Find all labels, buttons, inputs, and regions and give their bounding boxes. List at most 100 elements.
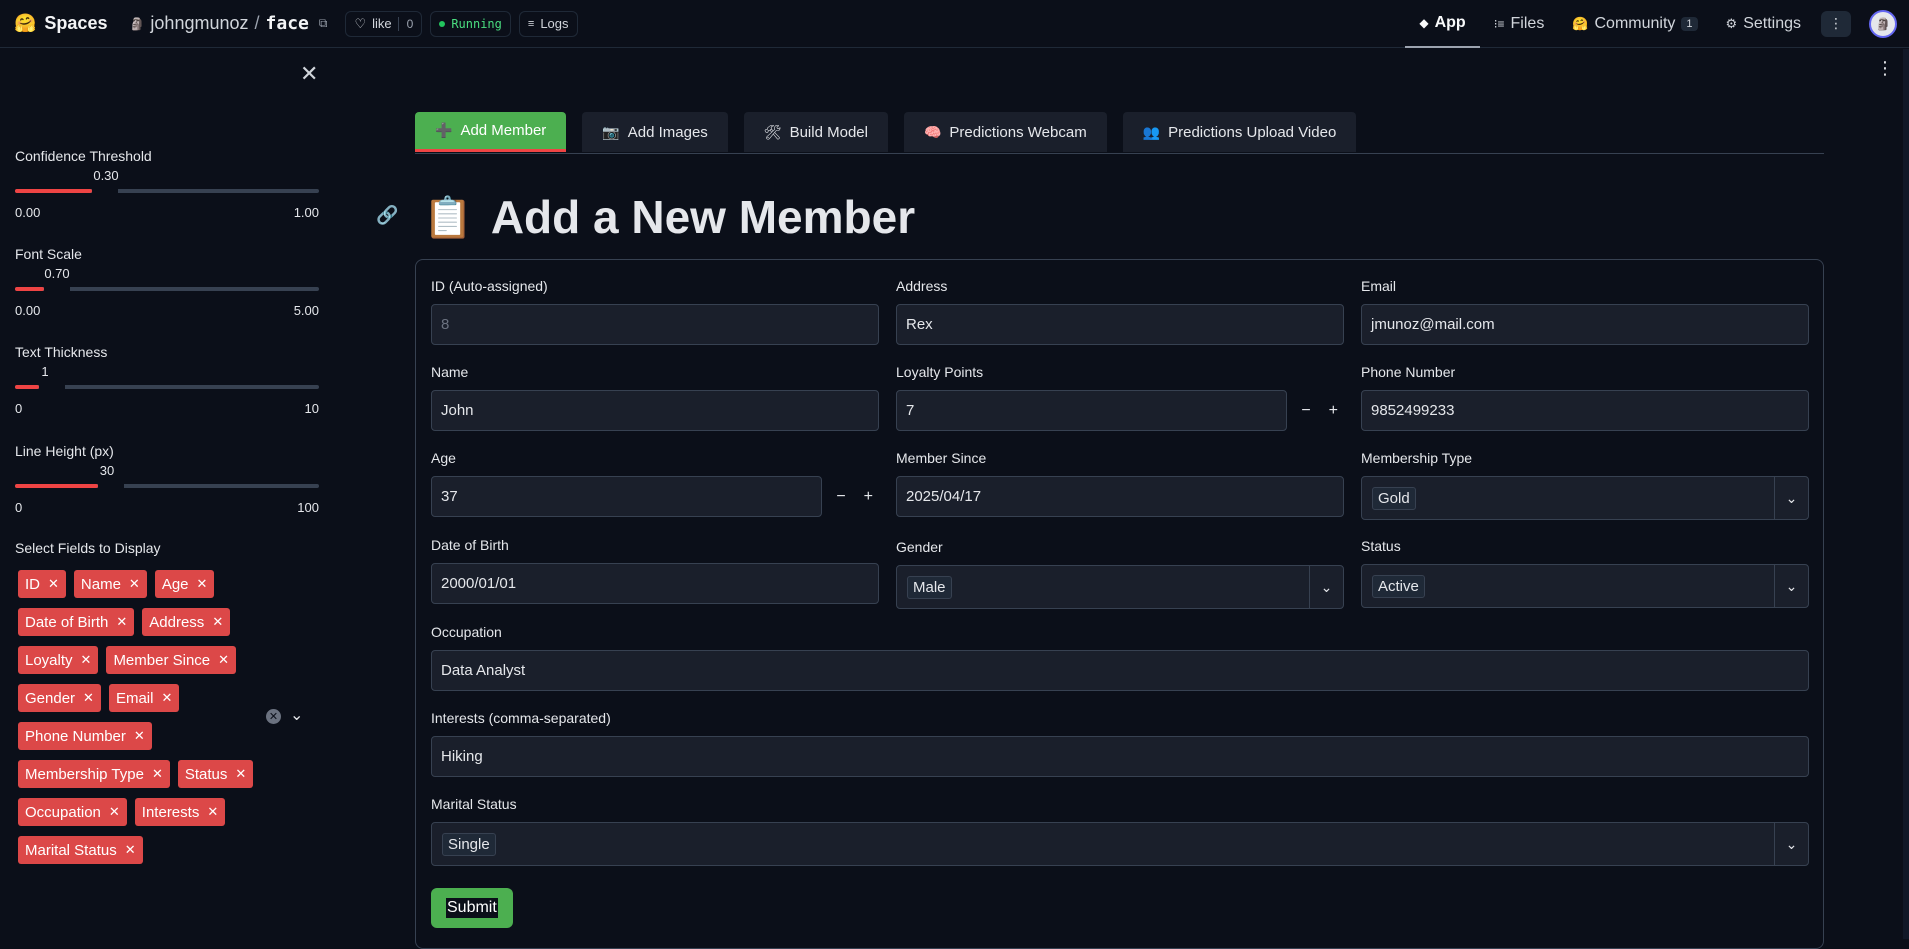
copy-icon[interactable]: ⧉ [319, 16, 328, 31]
submit-button[interactable]: Submit [431, 888, 513, 928]
remove-tag-icon[interactable]: ✕ [152, 766, 163, 782]
chevron-down-icon[interactable]: ⌄ [1774, 477, 1808, 519]
nav-app[interactable]: ◆ App [1405, 0, 1480, 48]
interests-input[interactable]: Hiking [431, 736, 1809, 777]
nav-settings[interactable]: ⚙ Settings [1712, 0, 1815, 48]
spaces-brand[interactable]: 🤗 Spaces [14, 13, 107, 34]
status-dropdown[interactable]: Active ⌄ [1361, 564, 1809, 608]
space-repo-path: 🗿 johngmunoz / face ⧉ [129, 13, 327, 34]
select-value: Single [432, 823, 1774, 865]
logs-button[interactable]: ≡ Logs [518, 10, 578, 37]
chevron-down-icon[interactable]: ⌄ [290, 705, 303, 725]
field-tag[interactable]: Loyalty ✕ [18, 646, 99, 674]
slider-track[interactable] [15, 478, 319, 494]
slider-min: 0.00 [15, 205, 41, 220]
marital-status-dropdown[interactable]: Single ⌄ [431, 822, 1809, 866]
slider-fill [15, 189, 92, 193]
address-input[interactable]: Rex [896, 304, 1344, 345]
field-tag[interactable]: ID ✕ [18, 570, 66, 598]
field-tag[interactable]: Gender ✕ [18, 684, 101, 712]
field-tag[interactable]: Date of Birth ✕ [18, 608, 135, 636]
name-input[interactable]: John [431, 390, 879, 431]
remove-tag-icon[interactable]: ✕ [125, 842, 136, 858]
field-tag[interactable]: Phone Number ✕ [18, 722, 152, 750]
field-tag[interactable]: Name ✕ [73, 570, 147, 598]
remove-tag-icon[interactable]: ✕ [134, 728, 145, 744]
nav-community[interactable]: 🤗 Community 1 [1558, 0, 1711, 48]
user-avatar[interactable]: 🗿 [1869, 9, 1897, 38]
field-tag[interactable]: Member Since ✕ [106, 646, 237, 674]
field-tag[interactable]: Address ✕ [142, 608, 231, 636]
occupation-input[interactable]: Data Analyst [431, 650, 1809, 691]
remove-tag-icon[interactable]: ✕ [116, 614, 127, 630]
remove-tag-icon[interactable]: ✕ [161, 690, 172, 706]
community-count-badge: 1 [1681, 16, 1698, 31]
avatar-icon: 🗿 [1875, 16, 1891, 31]
field-tag[interactable]: Email ✕ [108, 684, 180, 712]
people-icon: 👥 [1142, 123, 1161, 140]
remove-tag-icon[interactable]: ✕ [218, 652, 229, 668]
field-tag[interactable]: Marital Status ✕ [18, 836, 143, 864]
remove-tag-icon[interactable]: ✕ [212, 614, 223, 630]
more-options-button[interactable]: ⋮ [1821, 10, 1851, 37]
increment-icon[interactable]: + [1329, 402, 1338, 420]
tab-label: Add Member [460, 122, 547, 139]
slider-max: 5.00 [293, 303, 319, 318]
tab-add-member[interactable]: ➕ Add Member [415, 112, 567, 152]
like-button[interactable]: ♡ like 0 [345, 10, 423, 37]
remove-tag-icon[interactable]: ✕ [48, 576, 59, 592]
like-label: like [372, 16, 392, 31]
slider-handle[interactable] [44, 281, 70, 297]
tab-add-images[interactable]: 📷 Add Images [582, 112, 728, 152]
chevron-down-icon[interactable]: ⌄ [1774, 565, 1808, 607]
slider-track[interactable] [15, 281, 319, 297]
tab-predictions-webcam[interactable]: 🧠 Predictions Webcam [903, 112, 1107, 152]
remove-tag-icon[interactable]: ✕ [83, 690, 94, 706]
age-input[interactable]: 37 [431, 476, 823, 517]
member-since-input[interactable]: 2025/04/17 [896, 476, 1344, 517]
field-tag[interactable]: Status ✕ [177, 760, 254, 788]
dob-input[interactable]: 2000/01/01 [431, 563, 879, 604]
increment-icon[interactable]: + [864, 488, 873, 506]
remove-tag-icon[interactable]: ✕ [197, 576, 208, 592]
field-tag[interactable]: Age ✕ [154, 570, 215, 598]
field-tag[interactable]: Membership Type ✕ [18, 760, 170, 788]
slider-min: 0.00 [15, 303, 41, 318]
id-input[interactable]: 8 [431, 304, 879, 345]
tab-build-model[interactable]: 🛠 Build Model [743, 112, 888, 152]
like-count: 0 [397, 16, 413, 31]
slider-track[interactable] [15, 183, 319, 199]
tab-label: Predictions Upload Video [1168, 123, 1337, 141]
field-tag[interactable]: Interests ✕ [134, 798, 226, 826]
space-name-link[interactable]: face [266, 13, 309, 34]
chevron-down-icon[interactable]: ⌄ [1309, 566, 1343, 608]
page-scrollbar[interactable] [1903, 49, 1909, 939]
tab-predictions-upload-video[interactable]: 👥 Predictions Upload Video [1122, 112, 1357, 152]
slider-track[interactable] [15, 379, 319, 395]
close-sidebar-icon[interactable]: ✕ [300, 61, 318, 87]
slider-handle[interactable] [39, 379, 65, 395]
phone-input[interactable]: 9852499233 [1361, 390, 1809, 431]
status-badge[interactable]: Running [430, 10, 511, 37]
field-tag[interactable]: Occupation ✕ [18, 798, 127, 826]
field-tag-label: Phone Number [25, 727, 126, 745]
owner-link[interactable]: johngmunoz [150, 13, 248, 34]
slider-handle[interactable] [92, 183, 118, 199]
email-input[interactable]: jmunoz@mail.com [1361, 304, 1809, 345]
remove-tag-icon[interactable]: ✕ [109, 804, 120, 820]
slider-handle[interactable] [98, 478, 124, 494]
remove-tag-icon[interactable]: ✕ [129, 576, 140, 592]
membership-type-dropdown[interactable]: Gold ⌄ [1361, 476, 1809, 520]
main-menu-kebab-icon[interactable]: ⋮ [1876, 58, 1894, 79]
remove-tag-icon[interactable]: ✕ [207, 804, 218, 820]
gender-dropdown[interactable]: Male ⌄ [896, 565, 1344, 609]
decrement-icon[interactable]: − [836, 488, 845, 506]
remove-tag-icon[interactable]: ✕ [81, 652, 92, 668]
clear-all-icon[interactable]: ✕ [266, 709, 281, 724]
nav-files[interactable]: ⁝≡ Files [1480, 0, 1559, 48]
loyalty-points-input[interactable]: 7 [896, 390, 1288, 431]
remove-tag-icon[interactable]: ✕ [235, 766, 246, 782]
chevron-down-icon[interactable]: ⌄ [1774, 823, 1808, 865]
anchor-link-icon[interactable]: 🔗 [376, 205, 398, 226]
decrement-icon[interactable]: − [1301, 402, 1310, 420]
